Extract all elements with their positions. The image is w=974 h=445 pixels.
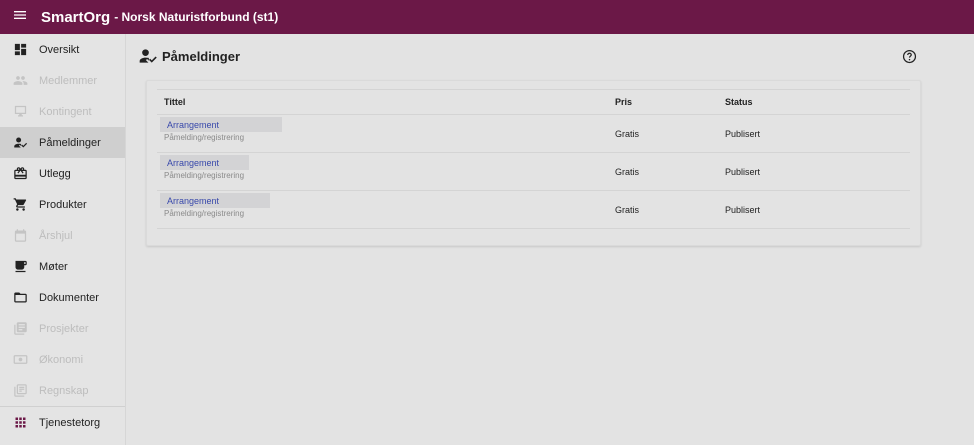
page-title: Påmeldinger xyxy=(162,48,241,64)
sidebar-item-label: Regnskap xyxy=(39,384,89,397)
title-cell: Arrangement Påmelding/registrering xyxy=(160,155,249,180)
column-header-status[interactable]: Status xyxy=(725,97,753,107)
apps-grid-icon xyxy=(12,415,28,431)
sidebar-item-label: Møter xyxy=(39,260,68,273)
status-cell: Publisert xyxy=(725,129,761,139)
registrations-table: Tittel Pris Status Arrangement Påmelding… xyxy=(157,89,910,229)
sidebar-item-moter[interactable]: Møter xyxy=(0,251,125,282)
menu-button[interactable] xyxy=(0,0,40,34)
sidebar-item-produkter[interactable]: Produkter xyxy=(0,189,125,220)
sidebar-item-label: Økonomi xyxy=(39,353,84,366)
table-row[interactable]: Arrangement Påmelding/registrering Grati… xyxy=(157,191,910,229)
table-row[interactable]: Arrangement Påmelding/registrering Grati… xyxy=(157,153,910,191)
event-title-link[interactable]: Arrangement xyxy=(160,155,249,170)
sidebar-item-utlegg[interactable]: Utlegg xyxy=(0,158,125,189)
sidebar-item-pameldinger[interactable]: Påmeldinger xyxy=(0,127,125,158)
event-subtitle: Påmelding/registrering xyxy=(164,171,245,180)
sidebar-item-label: Prosjekter xyxy=(39,322,89,335)
sidebar-item-label: Oversikt xyxy=(39,43,80,56)
price-cell: Gratis xyxy=(615,129,640,139)
monitor-icon xyxy=(12,104,28,120)
sidebar-item-label: Utlegg xyxy=(39,167,71,180)
event-title-link[interactable]: Arrangement xyxy=(160,117,282,132)
sidebar-item-label: Påmeldinger xyxy=(39,136,101,149)
column-header-price[interactable]: Pris xyxy=(615,97,632,107)
sidebar-item-arshjul[interactable]: Årshjul xyxy=(0,220,125,251)
person-check-icon xyxy=(12,135,28,151)
top-app-bar: SmartOrg - Norsk Naturistforbund (st1) xyxy=(0,0,974,34)
event-subtitle: Påmelding/registrering xyxy=(164,133,245,142)
folder-icon xyxy=(12,290,28,306)
sidebar-item-label: Medlemmer xyxy=(39,74,98,87)
person-check-icon xyxy=(138,46,158,66)
sidebar-item-label: Årshjul xyxy=(39,229,73,242)
app-brand[interactable]: SmartOrg xyxy=(41,9,110,26)
sidebar-item-label: Tjenestetorg xyxy=(39,416,101,429)
status-cell: Publisert xyxy=(725,205,761,215)
ledger-icon xyxy=(12,383,28,399)
sidebar-item-prosjekter[interactable]: Prosjekter xyxy=(0,313,125,344)
people-icon xyxy=(12,73,28,89)
table-header: Tittel Pris Status xyxy=(157,90,910,115)
column-header-title[interactable]: Tittel xyxy=(164,97,185,107)
price-cell: Gratis xyxy=(615,167,640,177)
event-subtitle: Påmelding/registrering xyxy=(164,209,245,218)
money-icon xyxy=(12,352,28,368)
sidebar-item-label: Kontingent xyxy=(39,105,92,118)
table-row[interactable]: Arrangement Påmelding/registrering Grati… xyxy=(157,115,910,153)
sidebar-item-medlemmer[interactable]: Medlemmer xyxy=(0,65,125,96)
sidebar-item-regnskap[interactable]: Regnskap xyxy=(0,375,125,406)
help-button[interactable] xyxy=(902,49,917,64)
receipt-icon xyxy=(12,166,28,182)
dashboard-icon xyxy=(12,42,28,58)
projects-icon xyxy=(12,321,28,337)
sidebar-item-label: Dokumenter xyxy=(39,291,99,304)
sidebar-item-label: Produkter xyxy=(39,198,87,211)
sidebar-nav: Oversikt Medlemmer Kontingent Påmeldinge… xyxy=(0,34,126,445)
sidebar-item-dokumenter[interactable]: Dokumenter xyxy=(0,282,125,313)
sidebar-item-kontingent[interactable]: Kontingent xyxy=(0,96,125,127)
hamburger-menu-icon xyxy=(12,7,28,28)
status-cell: Publisert xyxy=(725,167,761,177)
title-cell: Arrangement Påmelding/registrering xyxy=(160,117,282,142)
calendar-icon xyxy=(12,228,28,244)
cart-icon xyxy=(12,197,28,213)
event-title-link[interactable]: Arrangement xyxy=(160,193,270,208)
price-cell: Gratis xyxy=(615,205,640,215)
sidebar-item-oversikt[interactable]: Oversikt xyxy=(0,34,125,65)
sidebar-item-tjenestetorg[interactable]: Tjenestetorg xyxy=(0,407,125,438)
help-icon xyxy=(902,49,917,68)
title-cell: Arrangement Påmelding/registrering xyxy=(160,193,270,218)
organization-name: - Norsk Naturistforbund (st1) xyxy=(114,10,279,24)
coffee-icon xyxy=(12,259,28,275)
page-header: Påmeldinger xyxy=(138,46,240,66)
sidebar-item-okonomi[interactable]: Økonomi xyxy=(0,344,125,375)
